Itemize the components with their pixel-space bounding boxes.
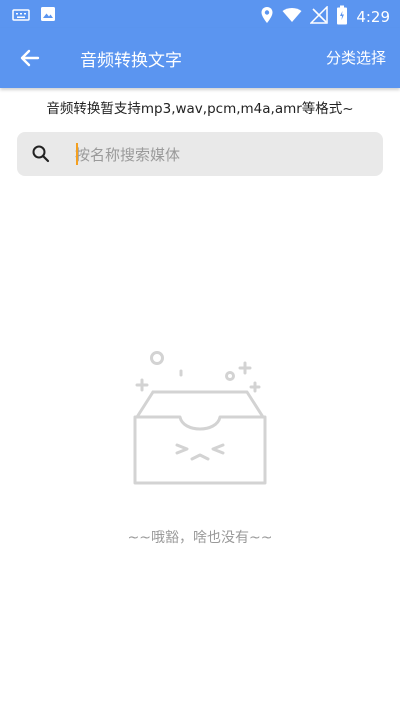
arrow-left-icon: [14, 49, 46, 77]
location-icon: [260, 6, 274, 28]
keyboard-icon: [12, 7, 30, 26]
supported-formats-hint: 音频转换暂支持mp3,wav,pcm,m4a,amr等格式~: [46, 101, 354, 117]
status-left-icons: [12, 6, 56, 26]
empty-state-message: ~~哦豁，啥也没有~~: [127, 530, 273, 546]
no-signal-icon: [309, 5, 329, 28]
wifi-icon: [282, 7, 302, 27]
battery-icon: [336, 5, 348, 29]
search-input[interactable]: [73, 140, 367, 170]
category-select-button[interactable]: 分类选择: [326, 47, 386, 68]
status-bar: 4:29: [0, 0, 400, 28]
image-icon: [40, 6, 56, 26]
back-button[interactable]: [14, 43, 46, 73]
app-bar: 音频转换文字 分类选择: [0, 28, 400, 88]
text-cursor: [76, 143, 78, 165]
search-icon: [31, 144, 51, 164]
status-time: 4:29: [356, 8, 390, 26]
empty-box-icon: [125, 345, 275, 495]
search-bar[interactable]: [17, 132, 383, 176]
page-title: 音频转换文字: [80, 51, 182, 71]
status-right-icons: 4:29: [260, 5, 390, 29]
